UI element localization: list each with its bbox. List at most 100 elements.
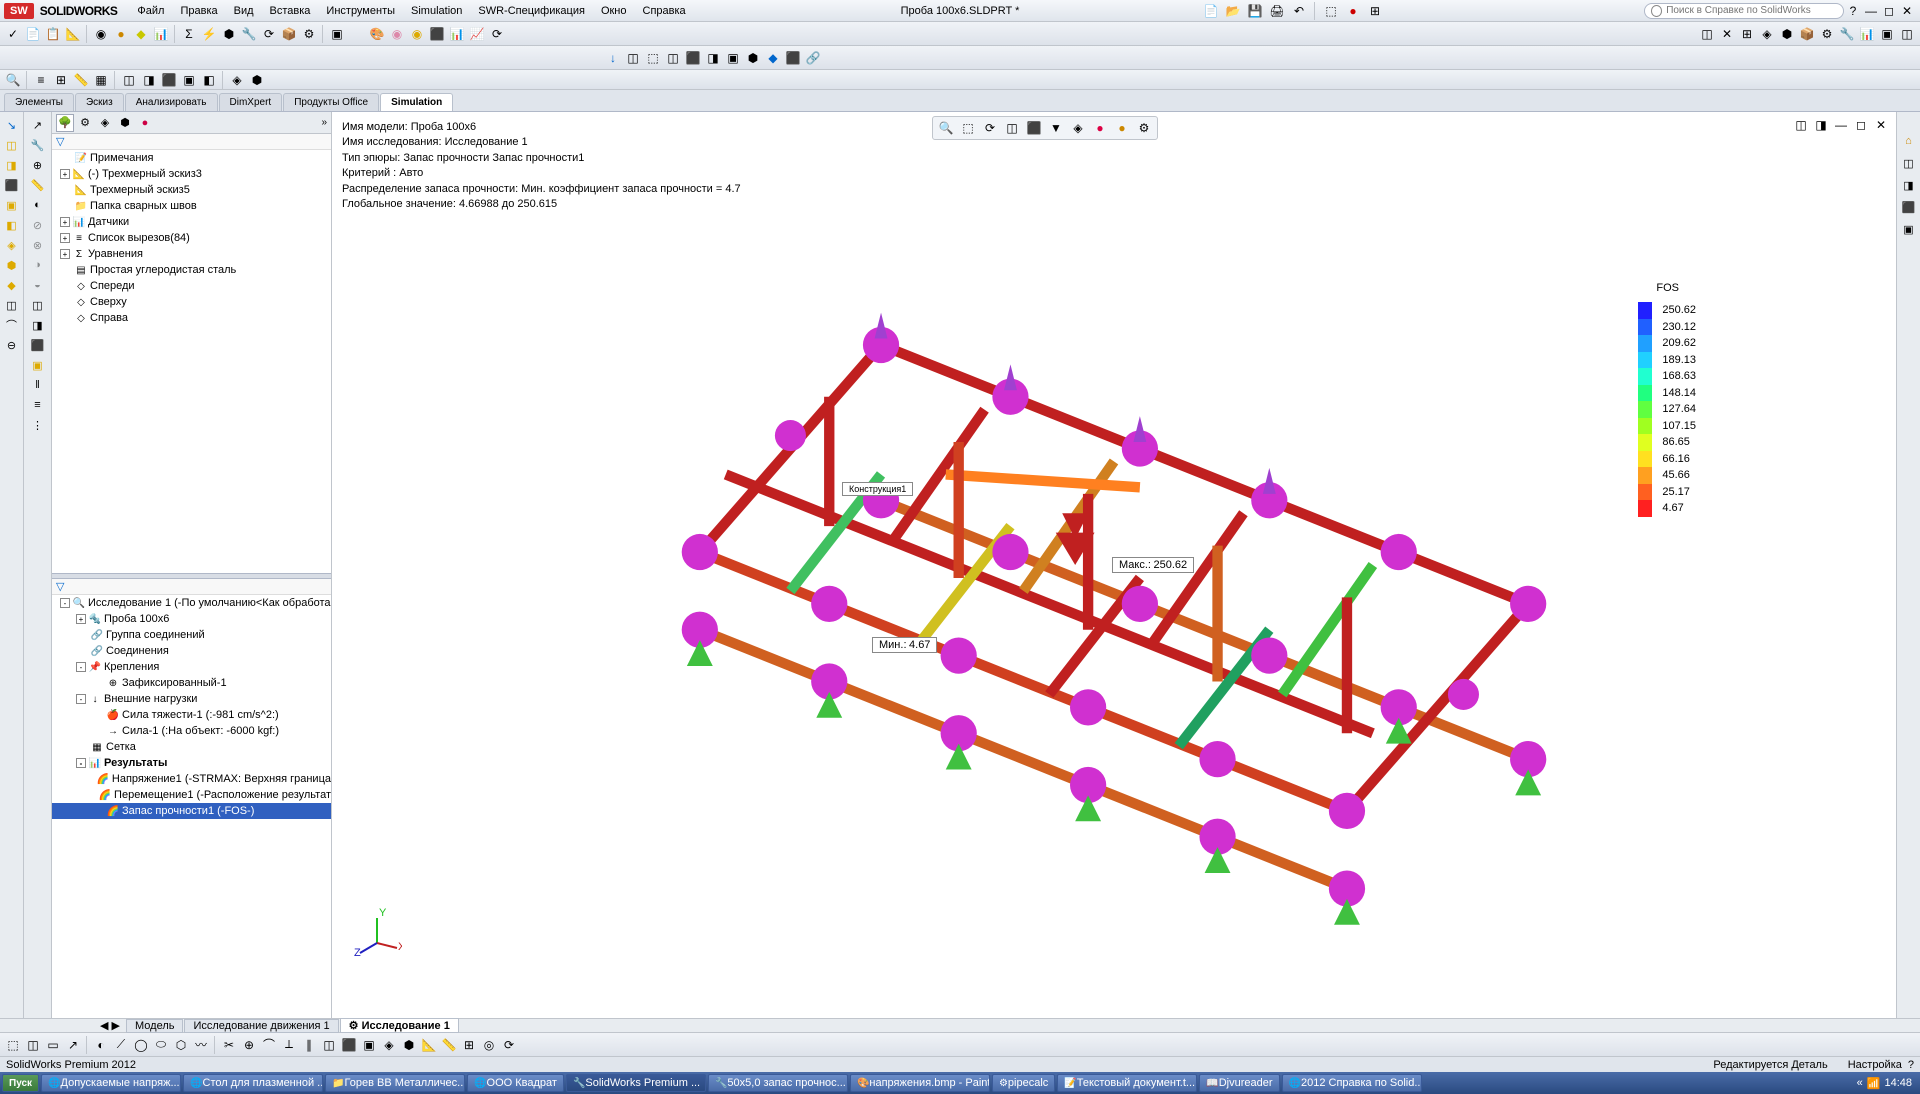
collapse-arrow-icon[interactable]: » xyxy=(321,117,327,128)
print-icon[interactable]: 🖨 xyxy=(1268,2,1286,20)
tool-icon[interactable]: ▣ xyxy=(360,1036,378,1054)
appearance-tab-icon[interactable]: ● xyxy=(136,114,154,132)
tab-study1[interactable]: ⚙ Исследование 1 xyxy=(340,1018,459,1033)
select-icon[interactable]: ⬚ xyxy=(1322,2,1340,20)
expand-icon[interactable]: + xyxy=(60,169,70,179)
viewport-dual-icon[interactable]: ◨ xyxy=(1812,116,1830,134)
taskbar-item[interactable]: ⚙ pipecalc xyxy=(992,1074,1055,1092)
tool-icon[interactable]: ⟋ xyxy=(112,1036,130,1054)
rail-icon[interactable]: ▣ xyxy=(1900,220,1918,238)
tool-icon[interactable]: ◧ xyxy=(200,71,218,89)
tool-icon[interactable]: ◈ xyxy=(380,1036,398,1054)
display-icon[interactable]: ⬢ xyxy=(744,49,762,67)
tool-icon[interactable]: ▦ xyxy=(92,71,110,89)
maximize-icon[interactable]: ◻ xyxy=(1880,2,1898,20)
tool-icon[interactable]: ✕ xyxy=(1718,25,1736,43)
tool-icon[interactable]: 📦 xyxy=(1798,25,1816,43)
help-search[interactable] xyxy=(1644,3,1844,19)
config-tab-icon[interactable]: ⚙ xyxy=(76,114,94,132)
tool-icon[interactable]: ◉ xyxy=(408,25,426,43)
rail-icon[interactable]: ◆ xyxy=(3,276,21,294)
tool-icon[interactable]: ◈ xyxy=(1758,25,1776,43)
rail-icon[interactable]: ◈ xyxy=(3,236,21,254)
rail-icon[interactable]: ◒ xyxy=(29,276,47,294)
tree-node[interactable]: +ΣУравнения xyxy=(52,246,331,262)
rail-icon[interactable]: ⊘ xyxy=(29,216,47,234)
undo-icon[interactable]: ↶ xyxy=(1290,2,1308,20)
tree-node[interactable]: ◇Справа xyxy=(52,310,331,326)
tab-features[interactable]: Элементы xyxy=(4,93,74,111)
display-icon[interactable]: ⬛ xyxy=(784,49,802,67)
rebuild-icon[interactable]: ● xyxy=(1344,2,1362,20)
tray-icon[interactable]: « xyxy=(1857,1077,1863,1089)
system-tray[interactable]: « 📶 14:48 xyxy=(1851,1077,1918,1090)
taskbar-item[interactable]: 🌐 2012 Справка по Solid... xyxy=(1282,1074,1422,1092)
tab-simulation[interactable]: Simulation xyxy=(380,93,453,111)
tree-node[interactable]: +📊Датчики xyxy=(52,214,331,230)
rail-icon[interactable]: ▣ xyxy=(29,356,47,374)
tool-icon[interactable]: ⊞ xyxy=(52,71,70,89)
tool-icon[interactable]: ⚙ xyxy=(1818,25,1836,43)
help-icon[interactable]: ? xyxy=(1844,2,1862,20)
section-icon[interactable]: ◫ xyxy=(1003,119,1021,137)
tool-icon[interactable]: ◈ xyxy=(228,71,246,89)
display-icon[interactable]: ◆ xyxy=(764,49,782,67)
tool-icon[interactable]: 📏 xyxy=(72,71,90,89)
expand-icon[interactable]: - xyxy=(76,758,86,768)
tool-icon[interactable]: ⬢ xyxy=(248,71,266,89)
rail-icon[interactable]: ↘ xyxy=(3,116,21,134)
taskbar-item[interactable]: 🎨 напряжения.bmp - Paint xyxy=(850,1074,990,1092)
filter-icon[interactable]: ▽ xyxy=(56,580,64,593)
tool-icon[interactable]: ⟂ xyxy=(280,1036,298,1054)
expand-icon[interactable]: + xyxy=(60,217,70,227)
rail-icon[interactable]: ◫ xyxy=(3,296,21,314)
tree-node[interactable]: 🔗Соединения xyxy=(52,643,331,659)
tree-node[interactable]: 📁Папка сварных швов xyxy=(52,198,331,214)
rail-icon[interactable]: ⌒ xyxy=(3,316,21,334)
feature-tree[interactable]: 📝Примечания+📐(-) Трехмерный эскиз3📐Трехм… xyxy=(52,150,331,573)
tool-icon[interactable]: ⬚ xyxy=(4,1036,22,1054)
tree-node[interactable]: 🌈Перемещение1 (-Расположение результат xyxy=(52,787,331,803)
expand-icon[interactable]: - xyxy=(76,694,86,704)
tree-node[interactable]: ◇Спереди xyxy=(52,278,331,294)
tool-icon[interactable]: ⬢ xyxy=(1778,25,1796,43)
tool-icon[interactable]: ◫ xyxy=(320,1036,338,1054)
tool-icon[interactable]: ◐ xyxy=(92,1036,110,1054)
status-help-icon[interactable]: ? xyxy=(1908,1059,1914,1071)
tree-node[interactable]: +🔩Проба 100х6 xyxy=(52,611,331,627)
taskbar-item[interactable]: 🔧 50х5,0 запас прочнос... xyxy=(708,1074,848,1092)
tool-icon[interactable]: ◉ xyxy=(388,25,406,43)
tool-icon[interactable]: ⬡ xyxy=(172,1036,190,1054)
menu-view[interactable]: Вид xyxy=(226,3,262,19)
status-customize[interactable]: Настройка xyxy=(1848,1059,1902,1071)
rail-icon[interactable]: ↗ xyxy=(29,116,47,134)
view-settings-icon[interactable]: ⚙ xyxy=(1135,119,1153,137)
expand-icon[interactable]: - xyxy=(76,662,86,672)
tree-node[interactable]: ⊕Зафиксированный-1 xyxy=(52,675,331,691)
start-button[interactable]: Пуск xyxy=(2,1074,39,1092)
tool-icon[interactable]: ◎ xyxy=(480,1036,498,1054)
minimize-icon[interactable]: — xyxy=(1862,2,1880,20)
tree-node[interactable]: ▦Сетка xyxy=(52,739,331,755)
tree-node[interactable]: -↓Внешние нагрузки xyxy=(52,691,331,707)
display-icon[interactable]: ◫ xyxy=(624,49,642,67)
tool-icon[interactable]: ▣ xyxy=(1878,25,1896,43)
tool-icon[interactable]: ⚙ xyxy=(300,25,318,43)
taskbar-item[interactable]: 🌐 Стол для плазменной ... xyxy=(183,1074,323,1092)
save-icon[interactable]: 💾 xyxy=(1246,2,1264,20)
tab-sketch[interactable]: Эскиз xyxy=(75,93,124,111)
tree-node[interactable]: →Сила-1 (:На объект: -6000 kgf:) xyxy=(52,723,331,739)
display-icon[interactable]: ◫ xyxy=(664,49,682,67)
tool-icon[interactable]: ◨ xyxy=(140,71,158,89)
rail-icon[interactable]: 📏 xyxy=(29,176,47,194)
tool-icon[interactable]: 📐 xyxy=(420,1036,438,1054)
expand-icon[interactable]: - xyxy=(60,598,70,608)
tool-icon[interactable]: ⚡ xyxy=(200,25,218,43)
rail-icon[interactable]: ⬛ xyxy=(29,336,47,354)
display-icon[interactable]: 🔗 xyxy=(804,49,822,67)
tree-node[interactable]: -🔍Исследование 1 (-По умолчанию<Как обра… xyxy=(52,595,331,611)
rail-icon[interactable]: ⊗ xyxy=(29,236,47,254)
menu-file[interactable]: Файл xyxy=(129,3,172,19)
rail-icon[interactable]: ≡ xyxy=(29,396,47,414)
tool-icon[interactable]: ⬢ xyxy=(220,25,238,43)
